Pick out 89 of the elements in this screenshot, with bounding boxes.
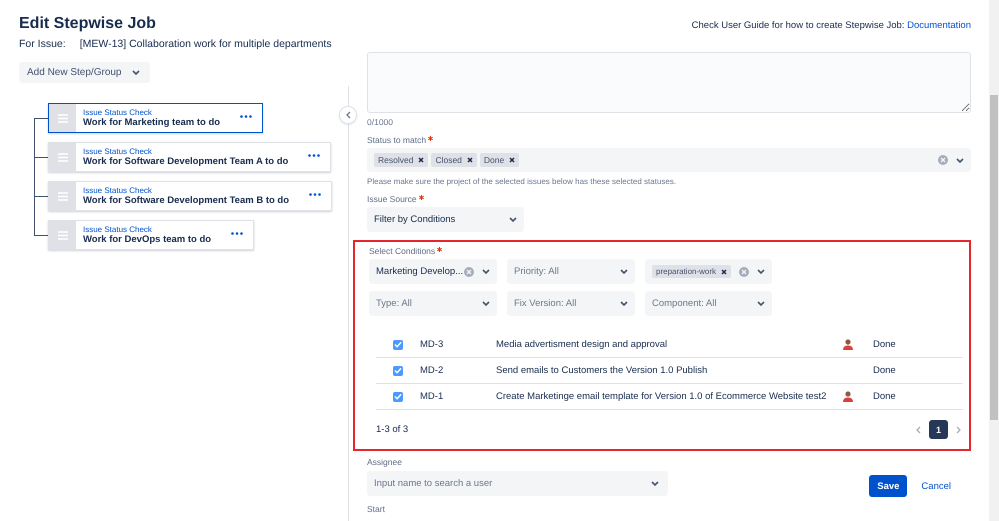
issue-summary: Create Marketinge email template for Version 1.0 of Ecommerce Website test2	[496, 391, 828, 402]
menu-lines-icon	[58, 114, 68, 122]
chevron-down-icon	[482, 269, 490, 274]
label-tag[interactable]: preparation-work	[652, 265, 732, 278]
chevron-left-icon	[916, 426, 921, 434]
chevron-left-icon	[346, 111, 350, 119]
remove-icon	[418, 157, 424, 163]
issue-status: Done	[873, 339, 897, 350]
field-label: Issue Source	[367, 194, 417, 204]
step-card[interactable]: Issue Status Check Work for Marketing team to do	[48, 103, 264, 133]
step-name: Work for DevOps team to do	[83, 234, 212, 245]
remove-icon	[466, 157, 473, 163]
status-tag[interactable]: Closed	[431, 153, 477, 167]
status-tag[interactable]: Resolved	[374, 153, 428, 167]
field-label: Select Conditions	[369, 246, 436, 256]
add-step-button[interactable]: Add New Step/Group	[19, 62, 150, 83]
more-icon	[240, 114, 252, 118]
result-count: 1-3 of 3	[376, 424, 408, 435]
checkbox[interactable]	[393, 366, 403, 376]
guide-text: Check User Guide for how to create Stepwise Job: Documentation	[692, 20, 971, 31]
chevron-down-icon	[956, 158, 964, 162]
menu-lines-icon	[58, 152, 68, 162]
step-name: Work for Software Development Team B to do	[83, 195, 290, 206]
description-field[interactable]	[367, 52, 971, 113]
next-page-button[interactable]	[954, 424, 963, 436]
filter-dropdown[interactable]: Type: All	[369, 291, 497, 316]
issue-status: Done	[873, 391, 897, 402]
issue-label: For Issue:	[19, 38, 66, 50]
issue-summary: Send emails to Customers the Version 1.0 Publish	[496, 365, 708, 376]
filter-dropdown[interactable]: Component: All	[645, 291, 772, 316]
character-counter: 0/1000	[367, 117, 394, 127]
drag-handle[interactable]	[49, 104, 76, 132]
hint-text: Please make sure the project of the selected issues below has these selected statuses.	[367, 177, 678, 186]
menu-lines-icon	[58, 230, 68, 240]
page-title: Edit Stepwise Job	[19, 15, 157, 33]
step-card[interactable]: Issue Status Check Work for Software Development Team A to do	[48, 142, 332, 172]
issue-key: MD-1	[420, 391, 496, 402]
step-name: Work for Software Development Team A to do	[83, 156, 288, 167]
step-type: Issue Status Check	[83, 108, 153, 117]
step-card[interactable]: Issue Status Check Work for DevOps team to do	[48, 220, 254, 250]
step-type: Issue Status Check	[83, 186, 153, 195]
status-tag[interactable]: Done	[480, 153, 520, 167]
checkbox[interactable]	[393, 340, 403, 350]
field-label: Start	[367, 504, 385, 514]
menu-lines-icon	[58, 192, 68, 200]
filter-dropdown[interactable]: Marketing Develop...	[369, 259, 497, 284]
chevron-down-icon	[757, 269, 765, 274]
remove-icon	[509, 157, 516, 163]
more-icon	[231, 232, 244, 234]
filter-dropdown[interactable]: Fix Version: All	[507, 291, 635, 316]
step-card[interactable]: Issue Status Check Work for Software Development Team B to do	[48, 181, 332, 211]
issue-name: [MEW-13] Collaboration work for multiple departments	[80, 38, 332, 50]
issue-source-dropdown[interactable]: Filter by Conditions	[367, 207, 524, 232]
drag-handle[interactable]	[49, 143, 76, 171]
previous-page-button[interactable]	[914, 424, 923, 436]
remove-icon	[721, 268, 728, 274]
issue-key: MD-3	[420, 339, 496, 350]
chevron-down-icon	[651, 481, 659, 486]
chevron-down-icon	[482, 301, 490, 306]
documentation-link[interactable]: Documentation	[907, 20, 971, 31]
filter-dropdown[interactable]: Priority: All	[507, 259, 635, 284]
more-icon	[309, 192, 322, 196]
drag-handle[interactable]	[49, 221, 76, 249]
chevron-down-icon	[132, 70, 140, 75]
save-button[interactable]: Save	[869, 475, 908, 497]
clear-icon	[938, 155, 948, 165]
more-icon	[308, 154, 320, 156]
step-type: Issue Status Check	[83, 147, 153, 156]
page-button[interactable]: 1	[929, 420, 948, 439]
issue-summary: Media advertisment design and approval	[496, 339, 668, 350]
field-label: Assignee	[367, 457, 402, 467]
status-select[interactable]: Resolved Closed Done	[367, 148, 971, 172]
assignee-field[interactable]: Input name to search a user	[367, 471, 668, 496]
field-label: Status to match	[367, 135, 426, 145]
filter-dropdown[interactable]: preparation-work	[645, 259, 772, 284]
scrollbar[interactable]	[989, 0, 999, 521]
step-type: Issue Status Check	[83, 225, 153, 234]
chevron-down-icon	[757, 301, 765, 306]
chevron-down-icon	[620, 301, 628, 306]
cancel-button[interactable]: Cancel	[921, 480, 951, 492]
checkbox[interactable]	[393, 392, 403, 402]
issue-status: Done	[873, 365, 897, 376]
step-name: Work for Marketing team to do	[83, 117, 220, 128]
issue-key: MD-2	[420, 365, 496, 376]
chevron-down-icon	[620, 269, 628, 274]
collapse-button[interactable]	[339, 106, 357, 124]
chevron-right-icon	[956, 426, 961, 434]
drag-handle[interactable]	[49, 182, 76, 210]
chevron-down-icon	[509, 217, 517, 222]
